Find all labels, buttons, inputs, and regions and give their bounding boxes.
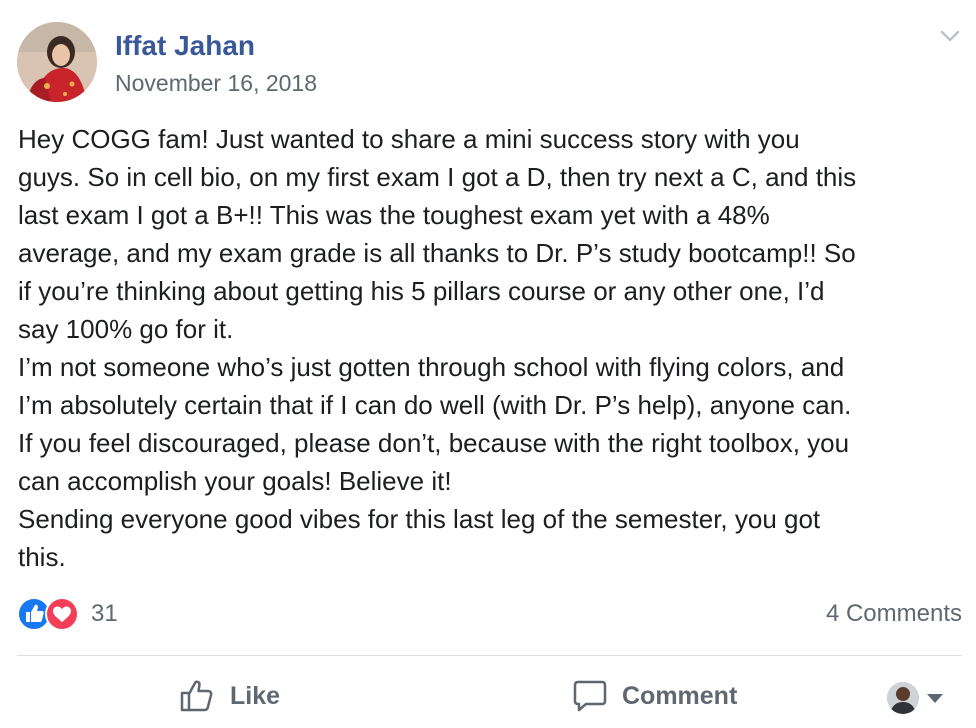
reactions-summary[interactable]: 31 — [17, 597, 118, 631]
caret-down-icon — [927, 693, 943, 703]
post-body-line: this. — [18, 542, 66, 572]
like-button-label: Like — [230, 681, 281, 710]
post-body-line: If you feel discouraged, please don’t, b… — [18, 428, 850, 458]
thumbs-up-icon — [180, 680, 213, 712]
post-body: Hey COGG fam! Just wanted to share a min… — [18, 120, 968, 576]
post-body-line: can accomplish your goals! Believe it! — [18, 466, 452, 496]
post-body-line: I’m absolutely certain that if I can do … — [18, 390, 852, 420]
comments-count-link[interactable]: 4 Comments — [826, 600, 962, 628]
comment-bubble-icon — [573, 680, 607, 712]
author-name[interactable]: Iffat Jahan — [115, 30, 255, 62]
post-options-chevron-down-icon[interactable] — [939, 28, 961, 44]
post-body-line: Hey COGG fam! Just wanted to share a min… — [18, 124, 800, 154]
post-body-line: average, and my exam grade is all thanks… — [18, 238, 856, 268]
post-body-line: last exam I got a B+!! This was the toug… — [18, 200, 770, 230]
comment-button-label: Comment — [622, 681, 738, 710]
author-avatar-image — [17, 22, 97, 102]
comment-button[interactable]: Comment — [572, 676, 737, 716]
post-body-line: if you’re thinking about getting his 5 p… — [18, 276, 825, 306]
chevron-down-icon — [940, 30, 960, 42]
post-body-line: say 100% go for it. — [18, 314, 234, 344]
viewer-avatar-image — [887, 682, 919, 714]
feed-post: Iffat Jahan November 16, 2018 Hey COGG f… — [0, 0, 976, 728]
reaction-count: 31 — [91, 600, 118, 627]
commenter-identity-selector[interactable] — [887, 681, 943, 715]
post-body-line: guys. So in cell bio, on my first exam I… — [18, 162, 857, 192]
actions-divider — [17, 655, 962, 656]
post-timestamp[interactable]: November 16, 2018 — [115, 70, 317, 97]
viewer-avatar — [887, 682, 919, 714]
author-avatar[interactable] — [17, 22, 97, 102]
like-button[interactable]: Like — [178, 676, 280, 716]
love-icon — [45, 597, 79, 631]
post-body-line: I’m not someone who’s just gotten throug… — [18, 352, 845, 382]
post-body-line: Sending everyone good vibes for this las… — [18, 504, 821, 534]
